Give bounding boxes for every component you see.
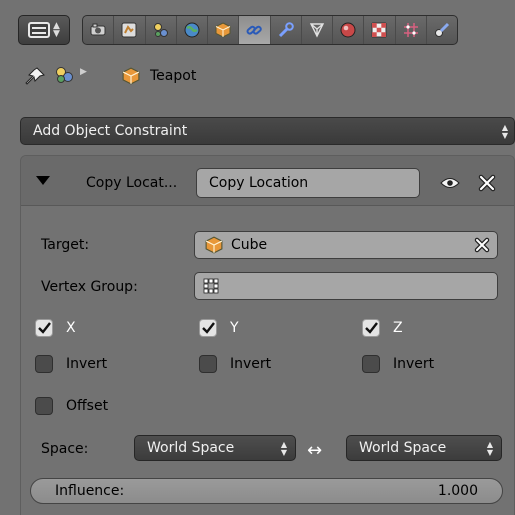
use-y-label: Y	[230, 320, 239, 336]
invert-x-label: Invert	[66, 356, 108, 372]
constraint-panel	[20, 155, 515, 515]
influence-label: Influence:	[55, 483, 125, 499]
target-space-value: World Space	[359, 440, 447, 456]
world-icon	[184, 22, 200, 38]
target-label: Target:	[41, 237, 90, 253]
invert-y-label: Invert	[230, 356, 272, 372]
use-y-checkbox[interactable]	[199, 319, 217, 337]
owner-space-value: World Space	[147, 440, 235, 456]
invert-z-checkbox[interactable]	[362, 355, 380, 373]
offset-label: Offset	[66, 398, 109, 414]
context-tabs	[82, 15, 458, 45]
collapse-triangle-icon[interactable]	[36, 176, 50, 185]
tab-mesh-data[interactable]	[302, 16, 333, 44]
checkmark-icon	[365, 322, 378, 334]
constraint-name-value: Copy Location	[209, 175, 309, 191]
use-z-checkbox[interactable]	[362, 319, 380, 337]
physics-icon	[434, 22, 449, 37]
tab-world[interactable]	[177, 16, 208, 44]
use-x-label: X	[66, 320, 76, 336]
texture-icon	[371, 22, 387, 38]
offset-checkbox[interactable]	[35, 397, 53, 415]
tab-render-layers[interactable]	[114, 16, 146, 44]
breadcrumb-object-name: Teapot	[150, 68, 197, 84]
tab-render[interactable]	[83, 16, 115, 44]
mesh-data-icon	[309, 23, 325, 38]
updown-arrows-icon: ▲ ▼	[501, 123, 509, 140]
checkmark-icon	[38, 322, 51, 334]
tab-object[interactable]	[208, 16, 240, 44]
object-cube-icon	[122, 67, 140, 85]
updown-arrows-icon: ▲ ▼	[280, 440, 288, 457]
particles-icon	[403, 23, 418, 37]
editor-type-button[interactable]: ▲ ▼	[18, 15, 70, 45]
scene-icon	[153, 23, 168, 37]
target-value: Cube	[231, 237, 268, 253]
invert-y-checkbox[interactable]	[199, 355, 217, 373]
invert-z-label: Invert	[393, 356, 435, 372]
constraint-icon	[246, 25, 263, 35]
swap-arrows-icon: ↔	[307, 440, 323, 461]
render-layers-icon	[121, 22, 137, 38]
modifier-icon	[278, 22, 294, 38]
space-label: Space:	[41, 441, 89, 457]
updown-arrows-icon: ▲ ▼	[486, 440, 494, 457]
eye-icon[interactable]	[440, 177, 460, 189]
tab-modifiers[interactable]	[271, 16, 302, 44]
tab-material[interactable]	[333, 16, 365, 44]
object-cube-icon	[205, 236, 223, 254]
object-icon	[215, 22, 231, 38]
influence-slider[interactable]: Influence: 1.000	[30, 478, 503, 504]
constraint-type-label: Copy Locat...	[86, 175, 178, 191]
scene-objects-icon	[56, 67, 73, 83]
influence-value: 1.000	[437, 483, 478, 499]
constraint-name-field[interactable]: Copy Location	[196, 168, 420, 198]
render-icon	[90, 23, 106, 36]
breadcrumb-arrow-icon: ▶	[80, 67, 87, 77]
target-field[interactable]: Cube	[194, 231, 498, 259]
add-constraint-button[interactable]: Add Object Constraint ▲ ▼	[20, 117, 515, 145]
tab-physics[interactable]	[427, 16, 457, 44]
material-icon	[340, 22, 356, 38]
checkmark-icon	[202, 322, 215, 334]
vertex-group-label: Vertex Group:	[41, 279, 138, 295]
close-icon[interactable]	[478, 174, 496, 192]
vertex-group-field[interactable]	[194, 272, 498, 300]
clear-target-icon[interactable]	[473, 236, 491, 254]
pin-icon[interactable]	[24, 66, 46, 86]
properties-editor-icon	[27, 22, 50, 38]
owner-space-dropdown[interactable]: World Space ▲ ▼	[134, 435, 296, 461]
updown-arrows-icon: ▲ ▼	[53, 21, 60, 39]
tab-particles[interactable]	[396, 16, 427, 44]
invert-x-checkbox[interactable]	[35, 355, 53, 373]
target-space-dropdown[interactable]: World Space ▲ ▼	[346, 435, 502, 461]
use-x-checkbox[interactable]	[35, 319, 53, 337]
tab-scene[interactable]	[146, 16, 177, 44]
use-z-label: Z	[393, 320, 403, 336]
vertex-group-icon	[203, 278, 219, 294]
tab-constraints[interactable]	[239, 16, 271, 44]
tab-texture[interactable]	[364, 16, 396, 44]
add-constraint-label: Add Object Constraint	[33, 123, 188, 139]
